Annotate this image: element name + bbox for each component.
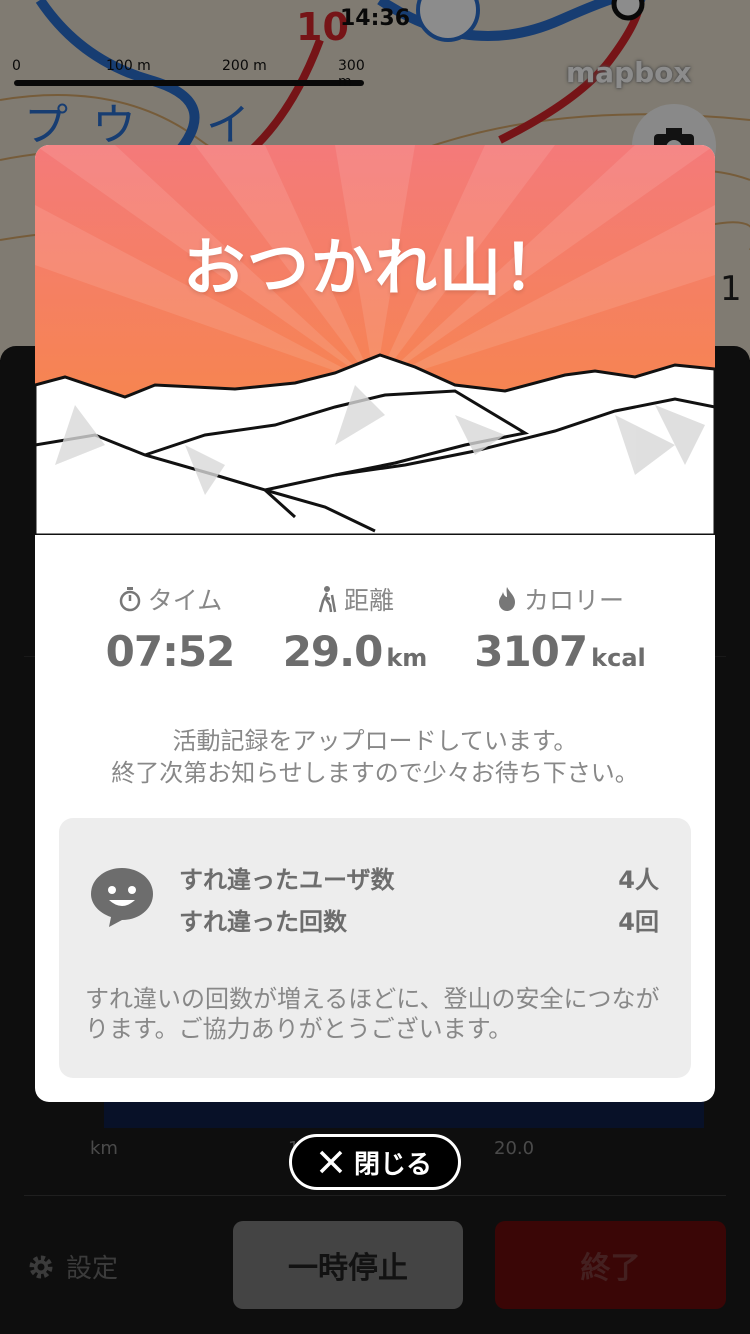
passing-count-value: 4回 [618, 908, 659, 936]
stat-distance-value: 29.0 km [255, 627, 455, 676]
passing-users-value: 4人 [618, 866, 659, 894]
stat-distance-header: 距離 [255, 581, 455, 617]
passing-users-label: すれ違ったユーザ数 [179, 866, 395, 894]
close-button-label: 閉じる [353, 1149, 432, 1180]
summary-modal: おつかれ山！ タイム 07:52 距離 29.0 km カロリー 3107 kc… [35, 145, 715, 1102]
hiker-icon [318, 586, 337, 613]
passing-note: すれ違いの回数が増えるほどに、登山の安全につながります。ご協力ありがとうございま… [85, 985, 660, 1043]
passing-users-row: すれ違ったユーザ数 4人 [179, 860, 659, 895]
stat-time: タイム 07:52 [70, 581, 270, 676]
stat-time-value: 07:52 [70, 627, 270, 676]
stat-calories-value: 3107 kcal [460, 627, 660, 676]
passing-info-box: すれ違ったユーザ数 4人 すれ違った回数 4回 すれ違いの回数が増えるほどに、登… [59, 818, 691, 1078]
stats-row: タイム 07:52 距離 29.0 km カロリー 3107 kcal [35, 581, 715, 691]
flame-icon [498, 587, 515, 611]
stat-time-label: タイム [147, 586, 223, 615]
hero-banner: おつかれ山！ [35, 145, 715, 535]
upload-message-line-1: 活動記録をアップロードしています。 [172, 727, 578, 755]
stat-time-header: タイム [70, 581, 270, 617]
stat-distance-unit: km [386, 644, 428, 672]
stat-calories: カロリー 3107 kcal [460, 581, 660, 676]
stat-distance-number: 29.0 [282, 627, 384, 676]
upload-message: 活動記録をアップロードしています。 終了次第お知らせしますので少々お待ち下さい。 [35, 725, 715, 789]
stat-calories-unit: kcal [591, 644, 646, 672]
stat-distance-label: 距離 [343, 586, 394, 615]
stat-calories-header: カロリー [460, 581, 660, 617]
passing-count-label: すれ違った回数 [179, 908, 347, 936]
stopwatch-icon [119, 587, 140, 612]
stat-distance: 距離 29.0 km [255, 581, 455, 676]
passing-count-row: すれ違った回数 4回 [179, 902, 659, 937]
app-root: 10 プ ウ イ 1 14:36 0 100 m 200 m 300 m map… [0, 0, 750, 1334]
close-button[interactable]: 閉じる [289, 1134, 461, 1190]
upload-message-line-2: 終了次第お知らせしますので少々お待ち下さい。 [111, 759, 639, 787]
stat-time-number: 07:52 [105, 627, 236, 676]
close-icon [319, 1150, 343, 1174]
modal-title: おつかれ山！ [182, 231, 567, 304]
smiley-chat-icon [91, 868, 153, 927]
stat-calories-label: カロリー [523, 586, 624, 615]
mountain-sunrise-illustration [35, 145, 715, 535]
stat-calories-number: 3107 [474, 627, 588, 676]
